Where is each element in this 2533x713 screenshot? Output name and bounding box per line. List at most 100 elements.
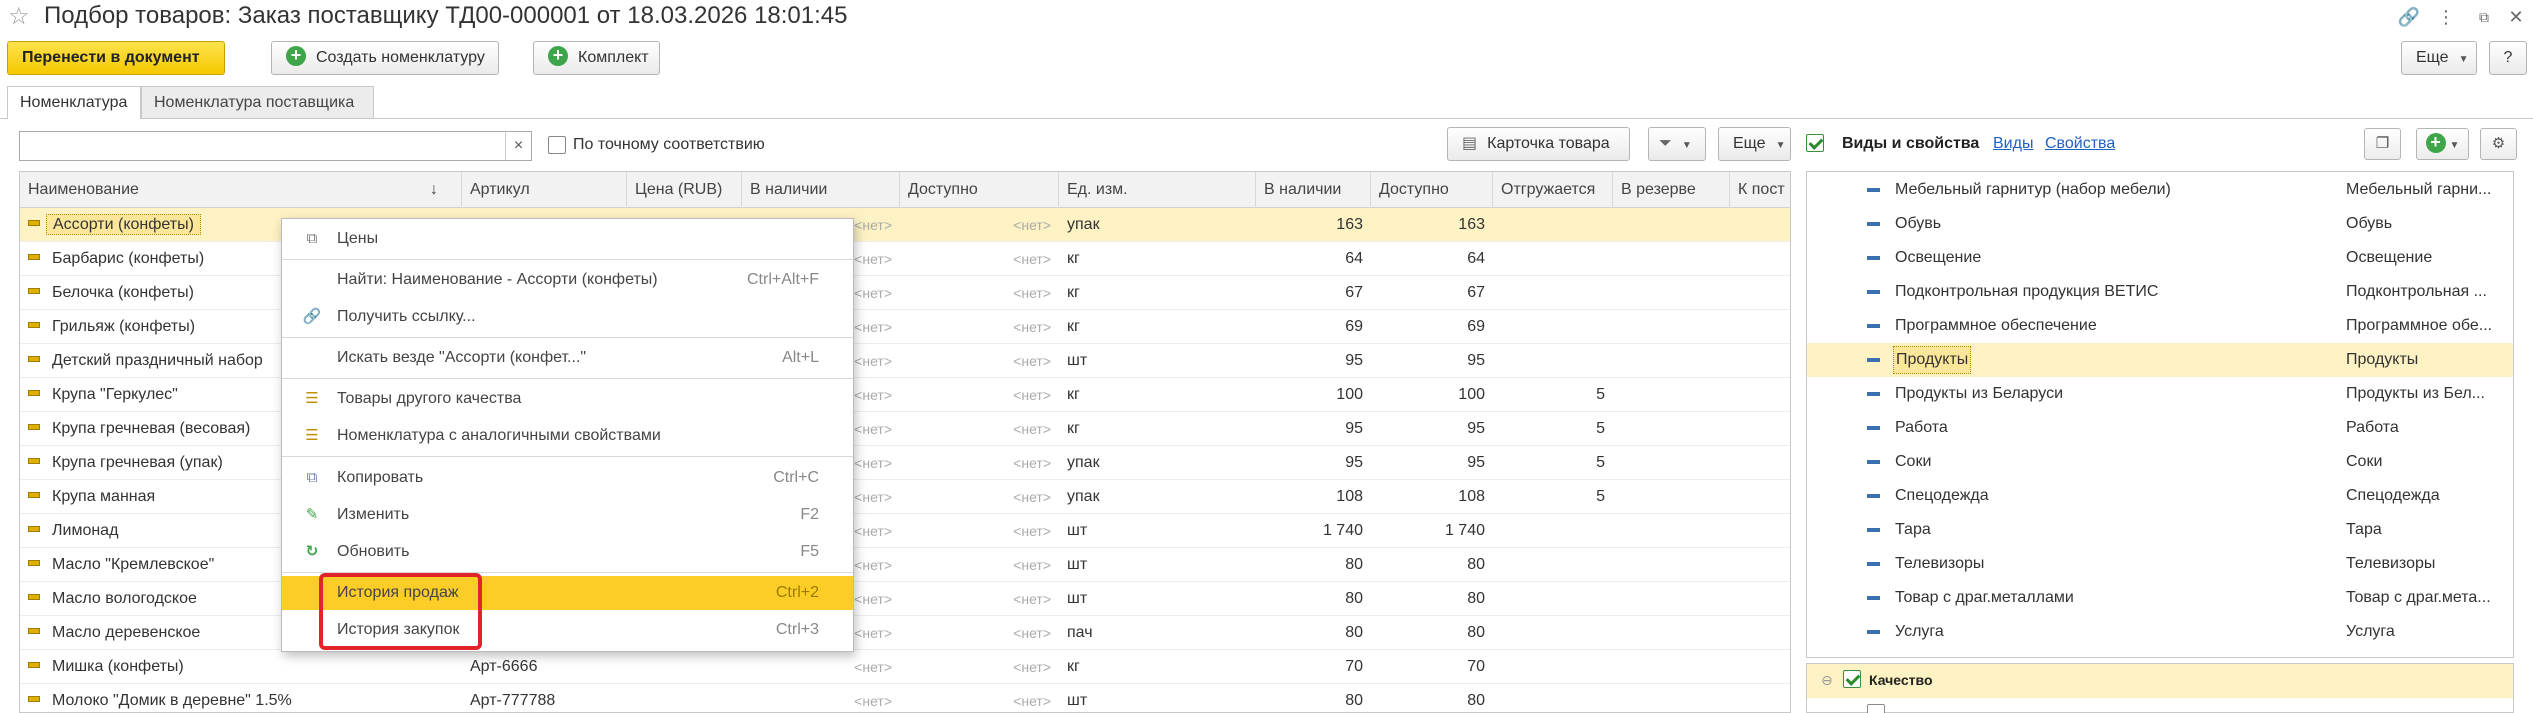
table-cell-qavail: 67 bbox=[1467, 284, 1485, 301]
table-row[interactable]: Мишка (конфеты) Арт-6666 <нет> <нет> кг 70 70 bbox=[20, 650, 1790, 684]
product-icon bbox=[28, 662, 40, 669]
list-item[interactable]: Спецодежда Спецодежда bbox=[1807, 479, 2513, 513]
list-item[interactable]: Телевизоры Телевизоры bbox=[1807, 547, 2513, 581]
link-icon[interactable]: 🔗 bbox=[2395, 4, 2423, 30]
list-item[interactable]: Освещение Освещение bbox=[1807, 241, 2513, 275]
column-header-article[interactable]: Артикул bbox=[462, 172, 627, 208]
menu-item-copy[interactable]: ⧉ Копировать Ctrl+C bbox=[282, 461, 853, 495]
menu-item-search-everywhere[interactable]: Искать везде "Ассорти (конфет..." Alt+L bbox=[282, 341, 853, 375]
quality-sub-checkbox[interactable] bbox=[1867, 704, 1885, 713]
table-cell-res bbox=[1613, 480, 1730, 514]
list-icon: ☰ bbox=[305, 390, 319, 407]
restore-icon[interactable]: ⧉ bbox=[2470, 4, 2498, 30]
list-item[interactable]: Продукты из Беларуси Продукты из Бел... bbox=[1807, 377, 2513, 411]
collapse-icon[interactable]: ⊖ bbox=[1821, 672, 1833, 689]
chevron-down-icon: ▼ bbox=[2449, 140, 2460, 151]
list-item[interactable]: Тара Тара bbox=[1807, 513, 2513, 547]
properties-link[interactable]: Свойства bbox=[2045, 135, 2115, 153]
window-icon[interactable]: ❐ bbox=[2364, 128, 2401, 160]
menu-item-find[interactable]: Найти: Наименование - Ассорти (конфеты) … bbox=[282, 263, 853, 297]
product-icon bbox=[28, 526, 40, 533]
table-cell-avail: <нет> bbox=[1013, 591, 1051, 607]
property-dash-icon bbox=[1867, 426, 1880, 430]
product-name: Ассорти (конфеты) bbox=[46, 214, 201, 235]
product-card-button[interactable]: ▤ Карточка товара bbox=[1447, 127, 1630, 161]
kit-button[interactable]: + Комплект bbox=[533, 41, 660, 75]
property-dash-icon bbox=[1867, 528, 1880, 532]
transfer-to-document-button[interactable]: Перенести в документ bbox=[7, 41, 225, 75]
menu-item-purchase-history[interactable]: История закупок Ctrl+3 bbox=[282, 613, 853, 647]
column-header-qty-in-stock[interactable]: В наличии bbox=[1256, 172, 1371, 208]
table-cell-unit: кг bbox=[1067, 658, 1080, 675]
list-item[interactable]: Мебельный гарнитур (набор мебели) Мебельн… bbox=[1807, 173, 2513, 207]
table-row[interactable]: Молоко "Домик в деревне" 1.5% Арт-777788 <… bbox=[20, 684, 1790, 712]
product-icon bbox=[28, 696, 40, 703]
quality-checkbox[interactable] bbox=[1843, 670, 1861, 688]
table-cell-ship bbox=[1493, 242, 1613, 276]
more-icon[interactable]: ⋮ bbox=[2432, 4, 2460, 30]
table-cell-avail: <нет> bbox=[1013, 217, 1051, 233]
close-icon[interactable]: ✕ bbox=[2502, 4, 2530, 30]
kind-value: Программное обе... bbox=[2346, 317, 2493, 334]
property-dash-icon bbox=[1867, 494, 1880, 498]
list-item[interactable]: Подконтрольная продукция ВЕТИС Подконтрол… bbox=[1807, 275, 2513, 309]
kinds-link[interactable]: Виды bbox=[1993, 135, 2033, 153]
table-cell-unit: шт bbox=[1067, 556, 1088, 573]
column-header-available[interactable]: Доступно bbox=[900, 172, 1059, 208]
menu-item-edit[interactable]: ✎ Изменить F2 bbox=[282, 498, 853, 532]
column-header-price[interactable]: Цена (RUB) bbox=[627, 172, 742, 208]
kinds-properties-list: Мебельный гарнитур (набор мебели) Мебельн… bbox=[1806, 171, 2514, 658]
list-item[interactable]: Соки Соки bbox=[1807, 445, 2513, 479]
menu-item-similar-properties[interactable]: ☰ Номенклатура с аналогичными свойствами bbox=[282, 419, 853, 453]
create-nomenclature-button[interactable]: + Создать номенклатуру bbox=[271, 41, 499, 75]
list-item[interactable]: Работа Работа bbox=[1807, 411, 2513, 445]
table-cell-unit: кг bbox=[1067, 420, 1080, 437]
menu-item-other-quality[interactable]: ☰ Товары другого качества bbox=[282, 382, 853, 416]
list-item[interactable]: Товар с драг.металлами Товар с драг.мета.… bbox=[1807, 581, 2513, 615]
tab-supplier-nomenclature[interactable]: Номенклатура поставщика bbox=[141, 86, 374, 118]
table-cell-unit: шт bbox=[1067, 522, 1088, 539]
exact-match-checkbox[interactable] bbox=[548, 136, 566, 154]
product-icon bbox=[28, 322, 40, 329]
kinds-properties-checkbox[interactable] bbox=[1806, 134, 1824, 152]
menu-item-label: Номенклатура с аналогичными свойствами bbox=[337, 427, 661, 444]
list-item[interactable]: Услуга Услуга bbox=[1807, 615, 2513, 649]
menu-item-get-link[interactable]: 🔗 Получить ссылку... bbox=[282, 300, 853, 334]
column-header-in-stock[interactable]: В наличии bbox=[742, 172, 900, 208]
list-item[interactable]: Обувь Обувь bbox=[1807, 207, 2513, 241]
column-header-reserve[interactable]: В резерве bbox=[1613, 172, 1730, 208]
link-icon: 🔗 bbox=[302, 308, 322, 325]
clear-search-button[interactable]: × bbox=[505, 132, 531, 160]
search-input[interactable]: × bbox=[19, 131, 532, 161]
column-header-unit[interactable]: Ед. изм. bbox=[1059, 172, 1256, 208]
help-button[interactable]: ? bbox=[2489, 41, 2527, 75]
more-button[interactable]: Еще ▼ bbox=[2401, 41, 2477, 75]
table-cell-name: Молоко "Домик в деревне" 1.5% bbox=[20, 684, 462, 712]
table-cell-qty: 95 bbox=[1345, 420, 1363, 437]
grid-more-button[interactable]: Еще ▼ bbox=[1718, 127, 1791, 161]
kind-value: Подконтрольная ... bbox=[2346, 283, 2487, 300]
star-icon[interactable]: ☆ bbox=[8, 2, 30, 31]
menu-item-refresh[interactable]: ↻ Обновить F5 bbox=[282, 535, 853, 569]
property-dash-icon bbox=[1867, 392, 1880, 396]
table-cell-qty: 80 bbox=[1345, 692, 1363, 709]
list-item[interactable]: Программное обеспечение Программное обе..… bbox=[1807, 309, 2513, 343]
menu-item-sales-history[interactable]: История продаж Ctrl+2 bbox=[282, 576, 853, 610]
table-cell-res bbox=[1613, 514, 1730, 548]
column-header-shipping[interactable]: Отгружается bbox=[1493, 172, 1613, 208]
add-property-button[interactable]: + ▼ bbox=[2416, 128, 2469, 160]
column-header-name[interactable]: Наименование ↓ bbox=[20, 172, 462, 208]
tab-nomenclature[interactable]: Номенклатура bbox=[7, 86, 141, 119]
gear-icon[interactable]: ⚙ bbox=[2480, 128, 2517, 160]
filter-button[interactable]: ⏷ ▼ bbox=[1648, 127, 1706, 161]
list-item[interactable]: Продукты Продукты bbox=[1807, 343, 2513, 377]
column-header-to-supplier[interactable]: К пост bbox=[1730, 172, 1790, 208]
chevron-down-icon: ▼ bbox=[2458, 54, 2469, 65]
product-name: Белочка (конфеты) bbox=[52, 284, 194, 301]
property-dash-icon bbox=[1867, 630, 1880, 634]
table-cell-qty: 95 bbox=[1345, 454, 1363, 471]
product-icon bbox=[28, 254, 40, 261]
menu-item-prices[interactable]: ⧉ Цены bbox=[282, 222, 853, 256]
column-header-qty-available[interactable]: Доступно bbox=[1371, 172, 1493, 208]
quality-header[interactable]: ⊖ Качество bbox=[1807, 664, 2513, 698]
